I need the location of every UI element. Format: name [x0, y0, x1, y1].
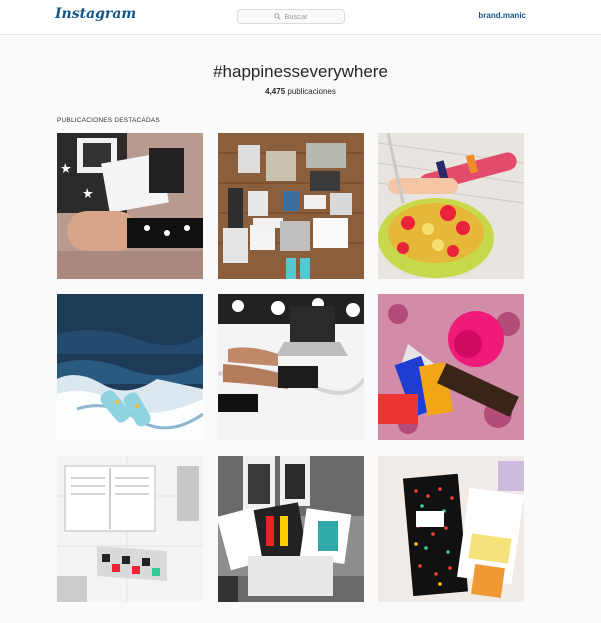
featured-post-3[interactable] [378, 133, 524, 279]
featured-post-4[interactable] [57, 294, 203, 440]
search-placeholder: Buscar [284, 12, 308, 21]
featured-post-9[interactable] [378, 456, 524, 602]
pink-pillow-photo [378, 294, 524, 440]
notebook-photo [378, 456, 524, 602]
featured-post-1[interactable] [57, 133, 203, 279]
hashtag-title: #happinesseverywhere [213, 62, 388, 81]
book-photo [57, 456, 203, 602]
sock-packages-photo [218, 456, 364, 602]
featured-post-2[interactable] [218, 133, 364, 279]
featured-post-5[interactable] [218, 294, 364, 440]
post-count-number: 4,475 [265, 87, 286, 96]
search-input[interactable]: Buscar [237, 9, 345, 24]
flatlay-photo [218, 133, 364, 279]
username-link[interactable]: brand.manic [478, 11, 526, 20]
search-icon [274, 13, 281, 20]
featured-posts-heading: PUBLICACIONES DESTACADAS [57, 117, 160, 124]
post-count: 4,475 publicaciones [0, 87, 601, 96]
fruit-bowl-photo [378, 133, 524, 279]
laptop-bed-photo [218, 294, 364, 440]
top-navigation-bar: Instagram Buscar brand.manic [0, 0, 601, 35]
featured-post-6[interactable] [378, 294, 524, 440]
ocean-photo [57, 294, 203, 440]
instagram-logo[interactable]: Instagram [55, 6, 136, 22]
featured-post-7[interactable] [57, 456, 203, 602]
socks-box-photo [57, 133, 203, 279]
featured-post-8[interactable] [218, 456, 364, 602]
post-count-label: publicaciones [287, 87, 336, 96]
